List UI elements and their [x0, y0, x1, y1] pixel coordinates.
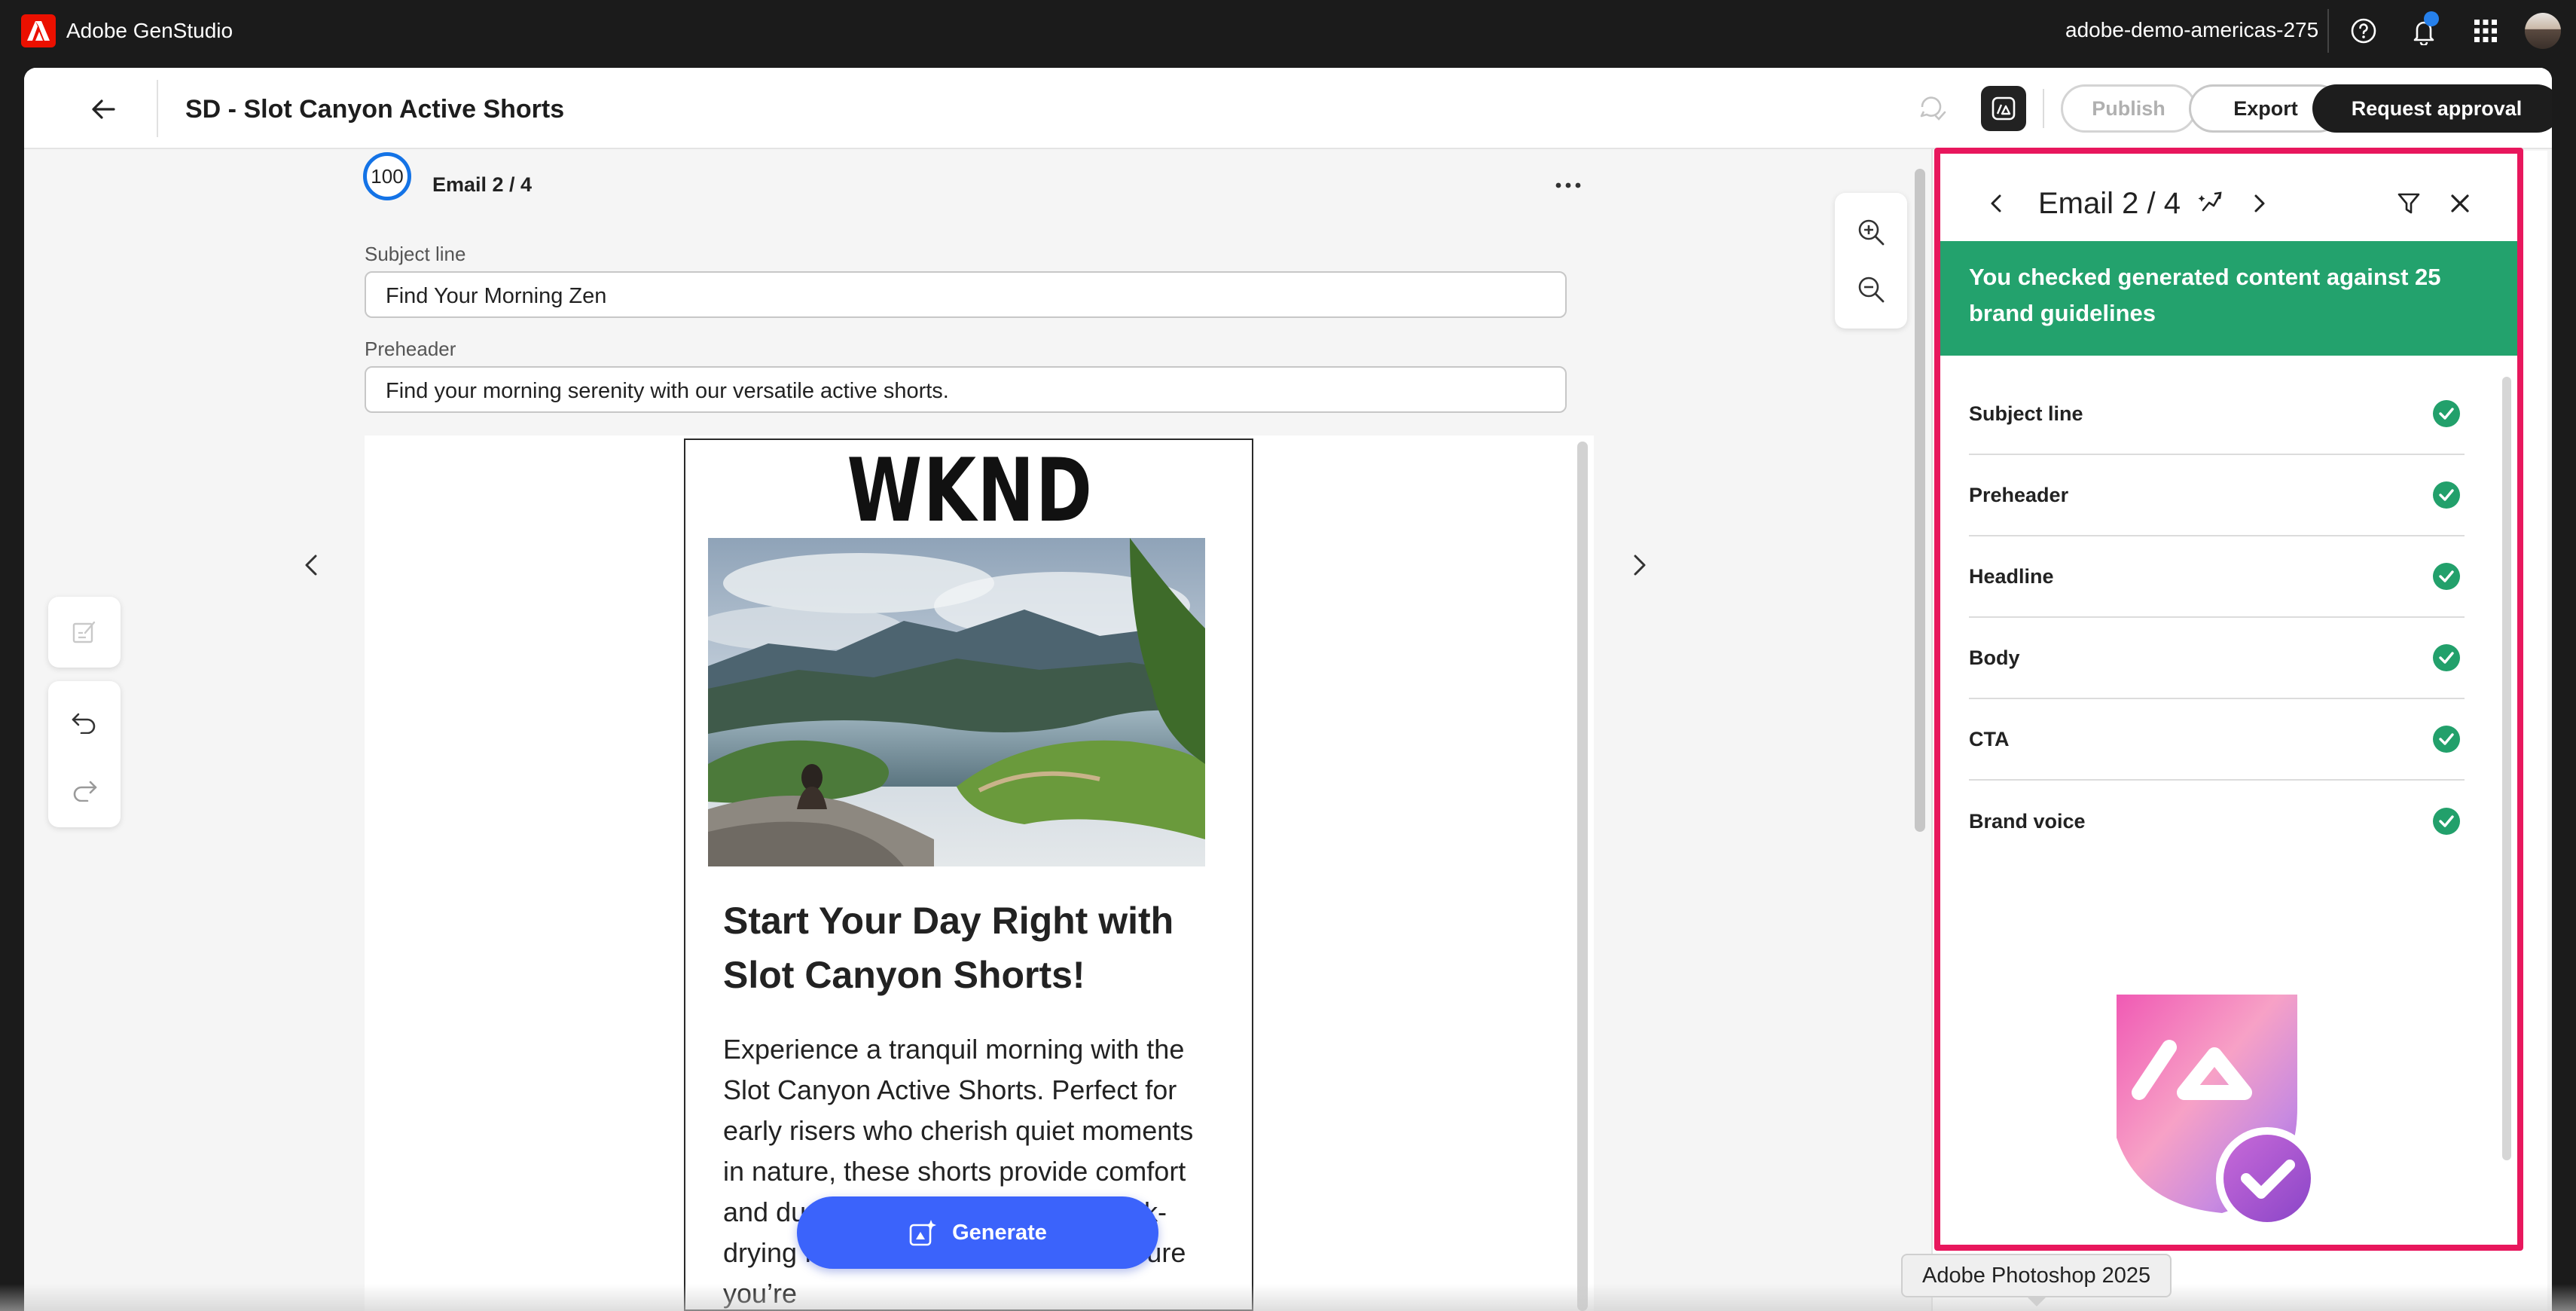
tooltip-pointer: [2026, 1296, 2047, 1306]
brand-approved-illustration: [2109, 987, 2327, 1236]
email-headline[interactable]: Start Your Day Right with Slot Canyon Sh…: [723, 894, 1220, 1002]
check-row-brand-voice[interactable]: Brand voice: [1969, 781, 2465, 862]
checkmark-icon: [2433, 808, 2460, 835]
check-row-subject-line[interactable]: Subject line: [1969, 374, 2465, 455]
check-label: CTA: [1969, 727, 2010, 750]
check-label: Body: [1969, 646, 2020, 669]
more-options-icon[interactable]: [1547, 170, 1589, 200]
request-approval-button[interactable]: Request approval: [2312, 84, 2552, 133]
zoom-in-icon[interactable]: [1848, 209, 1894, 255]
org-switcher[interactable]: adobe-demo-americas-275: [2065, 18, 2318, 42]
hero-image: [708, 538, 1205, 866]
check-label: Preheader: [1969, 483, 2069, 506]
edit-icon[interactable]: [63, 611, 105, 653]
subject-line-label: Subject line: [365, 243, 466, 265]
checkmark-icon: [2433, 726, 2460, 753]
variant-label: Email 2 / 4: [432, 173, 533, 196]
preview-scrollbar[interactable]: [1577, 442, 1588, 1311]
email-preview: WKND Start Your Day Right with Slot Cany…: [684, 439, 1253, 1311]
app-grid-icon[interactable]: [2469, 14, 2502, 47]
comments-icon[interactable]: [1910, 86, 1955, 131]
checkmark-icon: [2433, 563, 2460, 590]
check-row-preheader[interactable]: Preheader: [1969, 455, 2465, 536]
panel-prev-icon[interactable]: [1979, 187, 2013, 220]
back-arrow-icon[interactable]: [84, 90, 122, 128]
user-avatar[interactable]: [2525, 13, 2561, 49]
check-label: Subject line: [1969, 402, 2083, 425]
edit-tool-card: [48, 597, 121, 668]
panel-next-icon[interactable]: [2243, 187, 2276, 220]
dock-tooltip: Adobe Photoshop 2025: [1901, 1254, 2172, 1297]
help-icon[interactable]: [2347, 14, 2380, 47]
panel-title: Email 2 / 4: [2038, 187, 2181, 220]
header-separator: [2043, 89, 2044, 128]
notification-dot: [2424, 11, 2439, 26]
redo-icon[interactable]: [63, 769, 105, 811]
adobe-logo-icon[interactable]: [21, 14, 56, 47]
previous-variant-icon[interactable]: [292, 542, 330, 588]
brand-voice-icon[interactable]: [2195, 185, 2228, 218]
zoom-controls: [1835, 193, 1907, 329]
system-bar: Adobe GenStudio adobe-demo-americas-275: [0, 0, 2576, 62]
filter-icon[interactable]: [2392, 187, 2425, 220]
generate-label: Generate: [952, 1220, 1047, 1245]
bell-icon[interactable]: [2407, 11, 2440, 47]
main-scrollbar[interactable]: [1915, 169, 1925, 832]
checkmark-icon: [2433, 644, 2460, 671]
app-header: SD - Slot Canyon Active Shorts Publish E…: [24, 68, 2552, 149]
close-icon[interactable]: [2443, 187, 2477, 220]
panel-scrollbar[interactable]: [2502, 377, 2511, 1160]
subject-line-field[interactable]: Find Your Morning Zen: [365, 271, 1567, 318]
system-divider: [2327, 9, 2329, 53]
undo-icon[interactable]: [63, 701, 105, 743]
score-badge: 100: [363, 152, 411, 200]
publish-button[interactable]: Publish: [2061, 84, 2196, 133]
check-label: Brand voice: [1969, 809, 2086, 833]
generate-icon: [909, 1220, 937, 1246]
check-row-cta[interactable]: CTA: [1969, 699, 2465, 781]
history-tool-card: [48, 681, 121, 827]
app-name[interactable]: Adobe GenStudio: [66, 19, 233, 43]
dock-area: [0, 1284, 2576, 1311]
brand-logo: WKND: [847, 440, 1094, 542]
check-row-headline[interactable]: Headline: [1969, 536, 2465, 618]
zoom-out-icon[interactable]: [1848, 267, 1894, 312]
next-variant-icon[interactable]: [1621, 542, 1659, 588]
checkmark-icon: [2433, 400, 2460, 427]
check-label: Headline: [1969, 564, 2054, 588]
check-row-body[interactable]: Body: [1969, 618, 2465, 699]
checkmark-icon: [2433, 481, 2460, 509]
page-title: SD - Slot Canyon Active Shorts: [185, 95, 565, 124]
preheader-field[interactable]: Find your morning serenity with our vers…: [365, 366, 1567, 413]
generate-button[interactable]: Generate: [797, 1196, 1158, 1269]
guideline-check-list: Subject line Preheader Headline Body CTA…: [1969, 374, 2465, 862]
header-divider: [157, 80, 158, 137]
preheader-label: Preheader: [365, 338, 456, 360]
brand-check-icon[interactable]: [1981, 86, 2026, 131]
success-banner: You checked generated content against 25…: [1940, 241, 2517, 356]
